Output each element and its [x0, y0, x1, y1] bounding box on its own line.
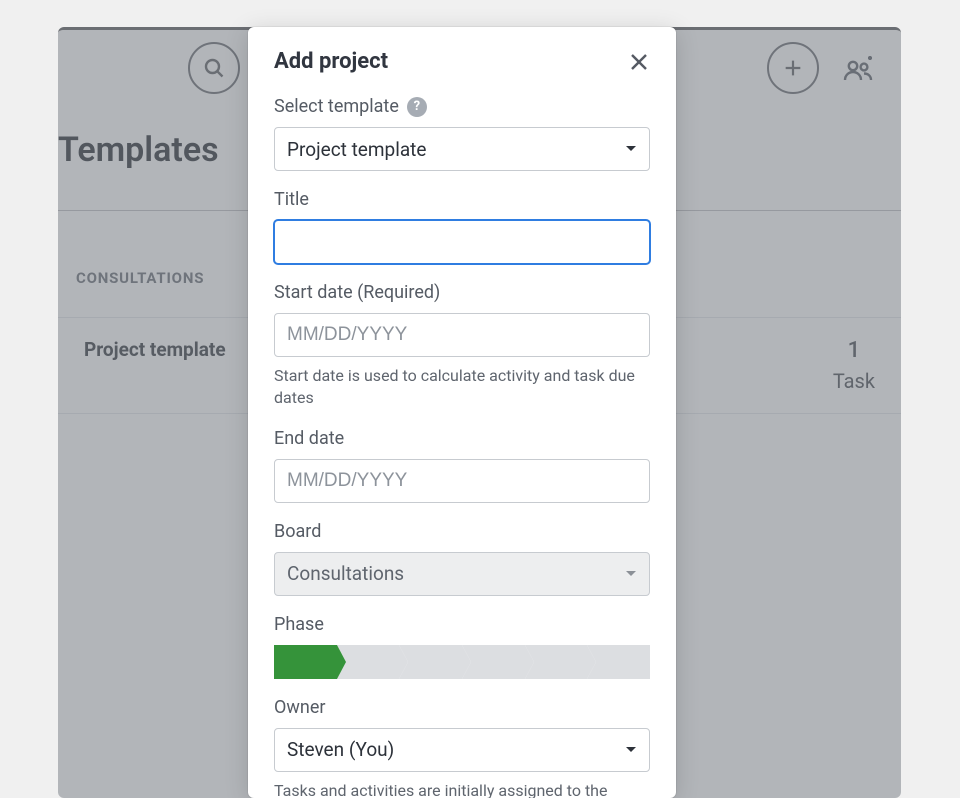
select-template-value: Project template	[287, 138, 426, 161]
owner-label: Owner	[274, 697, 650, 718]
close-icon	[630, 53, 648, 71]
end-date-input[interactable]	[287, 460, 637, 502]
board-value: Consultations	[287, 562, 404, 585]
plus-icon	[782, 57, 804, 79]
search-icon	[202, 56, 226, 80]
end-date-group: End date	[274, 428, 650, 503]
select-template-group: Select template ? Project template	[274, 96, 650, 171]
select-template-label: Select template ?	[274, 96, 650, 117]
chevron-down-icon	[625, 145, 637, 153]
board-group: Board Consultations	[274, 521, 650, 596]
start-date-input-wrapper	[274, 313, 650, 357]
phase-segment-2[interactable]	[337, 645, 400, 679]
board-dropdown[interactable]: Consultations	[274, 552, 650, 596]
phase-segment-6[interactable]	[587, 645, 650, 679]
phase-segment-5[interactable]	[525, 645, 588, 679]
add-project-dialog: Add project Select template ? Project te…	[248, 27, 676, 798]
task-count-label: Task	[833, 369, 875, 393]
search-button[interactable]	[188, 42, 240, 94]
chevron-down-icon	[625, 746, 637, 754]
start-date-helper: Start date is used to calculate activity…	[274, 365, 650, 410]
owner-helper: Tasks and activities are initially assig…	[274, 780, 650, 798]
title-group: Title	[274, 189, 650, 264]
template-row-name: Project template	[84, 338, 226, 361]
start-date-group: Start date (Required) Start date is used…	[274, 282, 650, 410]
dialog-close-button[interactable]	[628, 51, 650, 73]
title-input[interactable]	[287, 221, 637, 263]
owner-dropdown[interactable]: Steven (You)	[274, 728, 650, 772]
phase-label: Phase	[274, 614, 650, 635]
board-label: Board	[274, 521, 650, 542]
help-icon[interactable]: ?	[407, 97, 427, 117]
title-label: Title	[274, 189, 650, 210]
people-plus-icon	[843, 54, 875, 82]
dialog-header: Add project	[248, 27, 676, 86]
owner-value: Steven (You)	[287, 738, 394, 761]
dialog-title: Add project	[274, 49, 388, 74]
task-count-number: 1	[833, 338, 875, 363]
dialog-body: Select template ? Project template Title…	[248, 86, 676, 798]
end-date-label: End date	[274, 428, 650, 449]
phase-segment-3[interactable]	[399, 645, 462, 679]
phase-segment-4[interactable]	[462, 645, 525, 679]
end-date-input-wrapper	[274, 459, 650, 503]
phase-segment-1[interactable]	[274, 645, 337, 679]
chevron-down-icon	[625, 570, 637, 578]
title-input-wrapper	[274, 220, 650, 264]
phase-group: Phase	[274, 614, 650, 679]
select-template-dropdown[interactable]: Project template	[274, 127, 650, 171]
start-date-label: Start date (Required)	[274, 282, 650, 303]
task-count-block: 1 Task	[833, 338, 875, 393]
owner-group: Owner Steven (You) Tasks and activities …	[274, 697, 650, 798]
add-button[interactable]	[767, 42, 819, 94]
phase-selector[interactable]	[274, 645, 650, 679]
invite-people-button[interactable]	[843, 54, 875, 82]
start-date-input[interactable]	[287, 314, 637, 356]
